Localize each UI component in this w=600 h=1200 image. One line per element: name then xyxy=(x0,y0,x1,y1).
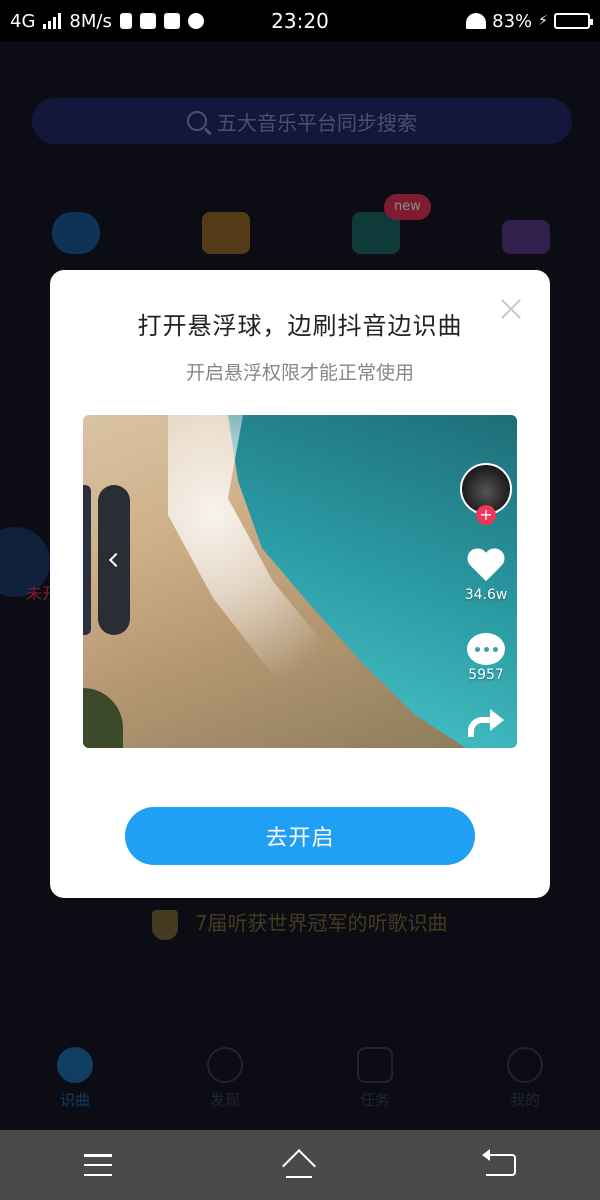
edge-handle xyxy=(83,485,91,635)
comment-count: 5957 xyxy=(468,667,504,683)
charging-icon: ⚡ xyxy=(538,13,548,29)
notification-icon xyxy=(139,13,156,29)
avatar-wrap: + xyxy=(460,463,512,525)
follow-plus-icon: + xyxy=(476,505,496,525)
video-side-actions: + 34.6w 5957 xyxy=(459,463,513,737)
status-time: 23:20 xyxy=(271,9,329,33)
preview-image: + 34.6w 5957 xyxy=(83,415,517,748)
like-count: 34.6w xyxy=(464,587,508,603)
trees xyxy=(83,688,123,748)
open-button[interactable]: 去开启 xyxy=(125,807,475,865)
menu-icon[interactable] xyxy=(84,1154,112,1176)
status-right: 83% ⚡ xyxy=(430,10,593,32)
dialog-title: 打开悬浮球，边刷抖音边识曲 xyxy=(137,312,463,340)
chevron-left-icon xyxy=(108,552,124,568)
status-bar: 4G 8M/s 23:20 83% ⚡ xyxy=(0,0,600,42)
system-nav-bar xyxy=(0,1130,600,1200)
floating-permission-dialog: 打开悬浮球，边刷抖音边识曲 开启悬浮权限才能正常使用 + 34.6w 5957 … xyxy=(50,270,550,898)
back-icon[interactable] xyxy=(482,1149,516,1176)
heart-icon xyxy=(466,549,506,585)
dialog-subtitle: 开启悬浮权限才能正常使用 xyxy=(185,362,414,384)
share-icon xyxy=(468,707,504,737)
battery-percent: 83% xyxy=(492,10,533,32)
network-type: 4G xyxy=(10,10,36,32)
wifi-icon xyxy=(466,13,487,29)
usb-icon xyxy=(119,13,132,29)
signal-icon xyxy=(43,13,62,29)
battery-icon xyxy=(554,13,593,29)
home-icon[interactable] xyxy=(280,1152,318,1178)
floating-ball-handle xyxy=(98,485,130,635)
network-speed: 8M/s xyxy=(69,10,112,32)
comment-icon xyxy=(467,633,505,665)
